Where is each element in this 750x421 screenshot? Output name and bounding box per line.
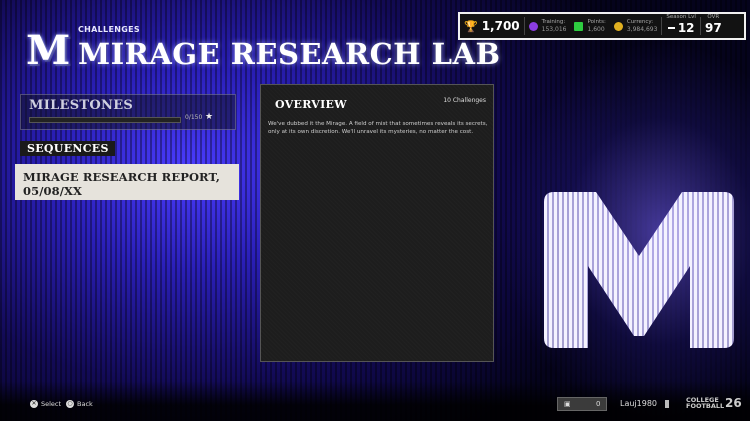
- m-stripe: [589, 192, 592, 348]
- sequence-item[interactable]: MIRAGE RESEARCH REPORT, 05/08/XX: [15, 164, 239, 200]
- gamertag: Lauj1980: [620, 399, 658, 408]
- m-stripe: [734, 186, 737, 354]
- ovr-stat: OVR 97: [701, 14, 726, 38]
- training-icon: [528, 21, 538, 31]
- breadcrumb[interactable]: CHALLENGES: [78, 25, 140, 34]
- back-button[interactable]: ○ Back: [66, 400, 93, 408]
- m-stripe: [594, 192, 597, 348]
- m-stripe: [644, 192, 647, 348]
- mirage-m-art: [544, 186, 737, 354]
- season-level-stat: Season Lvl 12: [662, 14, 700, 38]
- team-logo: M: [26, 27, 71, 74]
- footer-bar: ✕ Select ○ Back ▣ 0 Lauj1980 COLLEGE FOO…: [0, 394, 750, 416]
- m-stripe: [699, 192, 702, 348]
- m-stripe: [714, 192, 717, 348]
- milestones-count: 0/150: [185, 114, 203, 121]
- m-stripe: [679, 192, 682, 348]
- m-stripe: [729, 192, 732, 348]
- milestones-card[interactable]: MILESTONES 0/150 ★: [20, 94, 236, 130]
- ovr-value: 97: [704, 21, 722, 35]
- milestones-progress-bar: [29, 117, 181, 123]
- m-stripe: [674, 192, 677, 348]
- m-stripe: [709, 192, 712, 348]
- points-value: 1,600: [587, 25, 605, 33]
- m-stripe: [724, 192, 727, 348]
- select-label: Select: [41, 400, 62, 408]
- brand-line-2: FOOTBALL: [686, 402, 725, 410]
- m-stripe: [689, 192, 692, 348]
- coin-icon: [613, 21, 623, 31]
- currency-stats-panel: 🏆 1,700 Training: 153,016 Points: 1,600 …: [458, 12, 746, 40]
- overview-line-1: We've dubbed it the Mirage. A field of m…: [268, 121, 488, 127]
- m-stripe: [579, 192, 582, 348]
- m-stripe: [599, 192, 602, 348]
- controller-icon: [665, 400, 669, 408]
- trophy-count: 1,700: [481, 19, 520, 33]
- challenge-count: 10 Challenges: [443, 97, 486, 104]
- training-label: Training:: [541, 18, 566, 25]
- m-stripe: [684, 192, 687, 348]
- m-stripe: [649, 192, 652, 348]
- points-stat: Points: 1,600: [570, 14, 609, 38]
- milestones-title: MILESTONES: [29, 98, 134, 113]
- trophy-stat: 🏆 1,700: [460, 14, 524, 38]
- training-value: 153,016: [541, 25, 567, 33]
- m-stripe: [629, 192, 632, 348]
- season-level-value: 12: [677, 21, 695, 35]
- m-stripe: [704, 192, 707, 348]
- m-stripe: [604, 192, 607, 348]
- m-stripe: [659, 192, 662, 348]
- m-stripe: [569, 192, 572, 348]
- cross-button-icon: ✕: [30, 400, 38, 408]
- m-stripe: [574, 192, 577, 348]
- currency-stat: Currency: 3,984,693: [610, 14, 662, 38]
- overview-description: We've dubbed it the Mirage. A field of m…: [268, 120, 488, 136]
- currency-value: 3,984,693: [626, 25, 658, 33]
- m-stripe: [554, 192, 557, 348]
- m-stripe: [564, 192, 567, 348]
- m-stripe: [694, 192, 697, 348]
- page-title: MIRAGE RESEARCH LAB: [78, 37, 501, 71]
- ovr-label: OVR: [707, 14, 720, 20]
- m-stripe: [634, 192, 637, 348]
- brand-year: 26: [725, 396, 742, 410]
- m-stripe: [614, 192, 617, 348]
- back-label: Back: [77, 400, 93, 408]
- m-stripe: [559, 192, 562, 348]
- circle-button-icon: ○: [66, 400, 74, 408]
- m-stripe: [544, 192, 547, 348]
- m-stripe: [639, 192, 642, 348]
- m-stripe: [549, 192, 552, 348]
- star-icon: ★: [205, 112, 214, 122]
- currency-label: Currency:: [626, 18, 654, 25]
- party-count: 0: [596, 400, 601, 408]
- trophy-icon: 🏆: [464, 19, 478, 33]
- overview-panel: OVERVIEW 10 Challenges We've dubbed it t…: [260, 84, 494, 362]
- overview-line-2: only at its own discretion. We'll unrave…: [268, 129, 474, 135]
- m-stripe: [584, 192, 587, 348]
- season-level-label: Season Lvl: [666, 14, 696, 20]
- overview-title: OVERVIEW: [275, 98, 347, 111]
- points-label: Points:: [587, 18, 606, 25]
- dash-icon: [667, 27, 675, 29]
- points-icon: [574, 21, 584, 31]
- m-stripe: [619, 192, 622, 348]
- m-stripe: [654, 192, 657, 348]
- party-icon: ▣: [564, 400, 571, 408]
- m-stripe: [664, 192, 667, 348]
- game-logo: COLLEGE FOOTBALL: [686, 397, 725, 410]
- m-stripe: [669, 192, 672, 348]
- select-button[interactable]: ✕ Select: [30, 400, 61, 408]
- party-indicator: ▣ 0: [557, 397, 607, 411]
- m-stripe: [609, 192, 612, 348]
- sequences-label: SEQUENCES: [20, 141, 115, 156]
- m-stripe: [624, 192, 627, 348]
- training-stat: Training: 153,016: [525, 14, 571, 38]
- m-stripe: [719, 192, 722, 348]
